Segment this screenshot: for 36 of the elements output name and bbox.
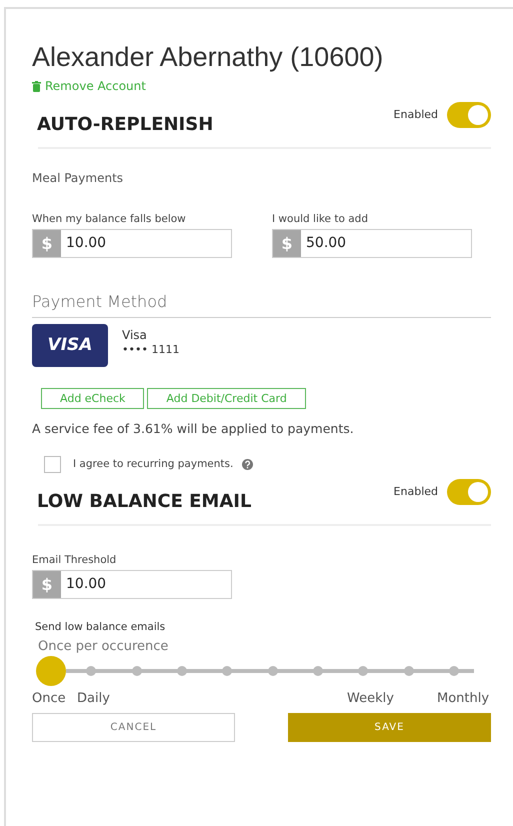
remove-account-link[interactable]: Remove Account: [32, 79, 146, 93]
section-heading: LOW BALANCE EMAIL: [37, 490, 252, 512]
tick-label: Daily: [77, 690, 110, 706]
section-heading: AUTO-REPLENISH: [37, 114, 214, 134]
amount-field[interactable]: $ 10.00: [32, 228, 232, 258]
visa-logo: VISA: [32, 324, 108, 366]
trash-icon: [32, 80, 41, 92]
field-label: Email Threshold: [32, 554, 118, 566]
toggle-label: Enabled: [394, 485, 438, 498]
toggle-switch[interactable]: [447, 478, 491, 504]
checkbox-label: I agree to recurring payments.: [73, 458, 234, 470]
add-payment-button[interactable]: Add Debit/Credit Card: [147, 388, 306, 408]
frequency-slider[interactable]: [36, 656, 474, 686]
tick-label: Once: [32, 690, 66, 706]
slider-thumb[interactable]: [36, 656, 66, 686]
account-title: Alexander Abernathy (10600): [32, 42, 384, 73]
toggle-switch[interactable]: [447, 102, 491, 128]
slider-label: Send low balance emails: [35, 620, 166, 632]
field-label: I would like to add: [272, 212, 370, 224]
field-label: When my balance falls below: [32, 212, 187, 224]
save-button[interactable]: SAVE: [288, 712, 491, 742]
tick-label: Monthly: [437, 690, 490, 706]
subheading: Meal Payments: [32, 170, 124, 184]
amount-field[interactable]: $ 50.00: [272, 228, 472, 258]
slider-value: Once per occurence: [38, 638, 170, 654]
card-brand: Visa: [122, 328, 148, 342]
cancel-button[interactable]: CANCEL: [32, 712, 235, 742]
section-heading: Payment Method: [32, 292, 168, 310]
add-payment-button[interactable]: Add eCheck: [41, 388, 144, 408]
card-number: •••• 1111: [122, 342, 180, 356]
checkbox[interactable]: [44, 456, 61, 472]
toggle-label: Enabled: [394, 108, 438, 121]
fee-note: A service fee of 3.61% will be applied to payments.: [32, 420, 355, 436]
help-icon[interactable]: [242, 458, 254, 470]
tick-label: Weekly: [347, 690, 394, 706]
amount-field[interactable]: $ 10.00: [32, 570, 232, 598]
